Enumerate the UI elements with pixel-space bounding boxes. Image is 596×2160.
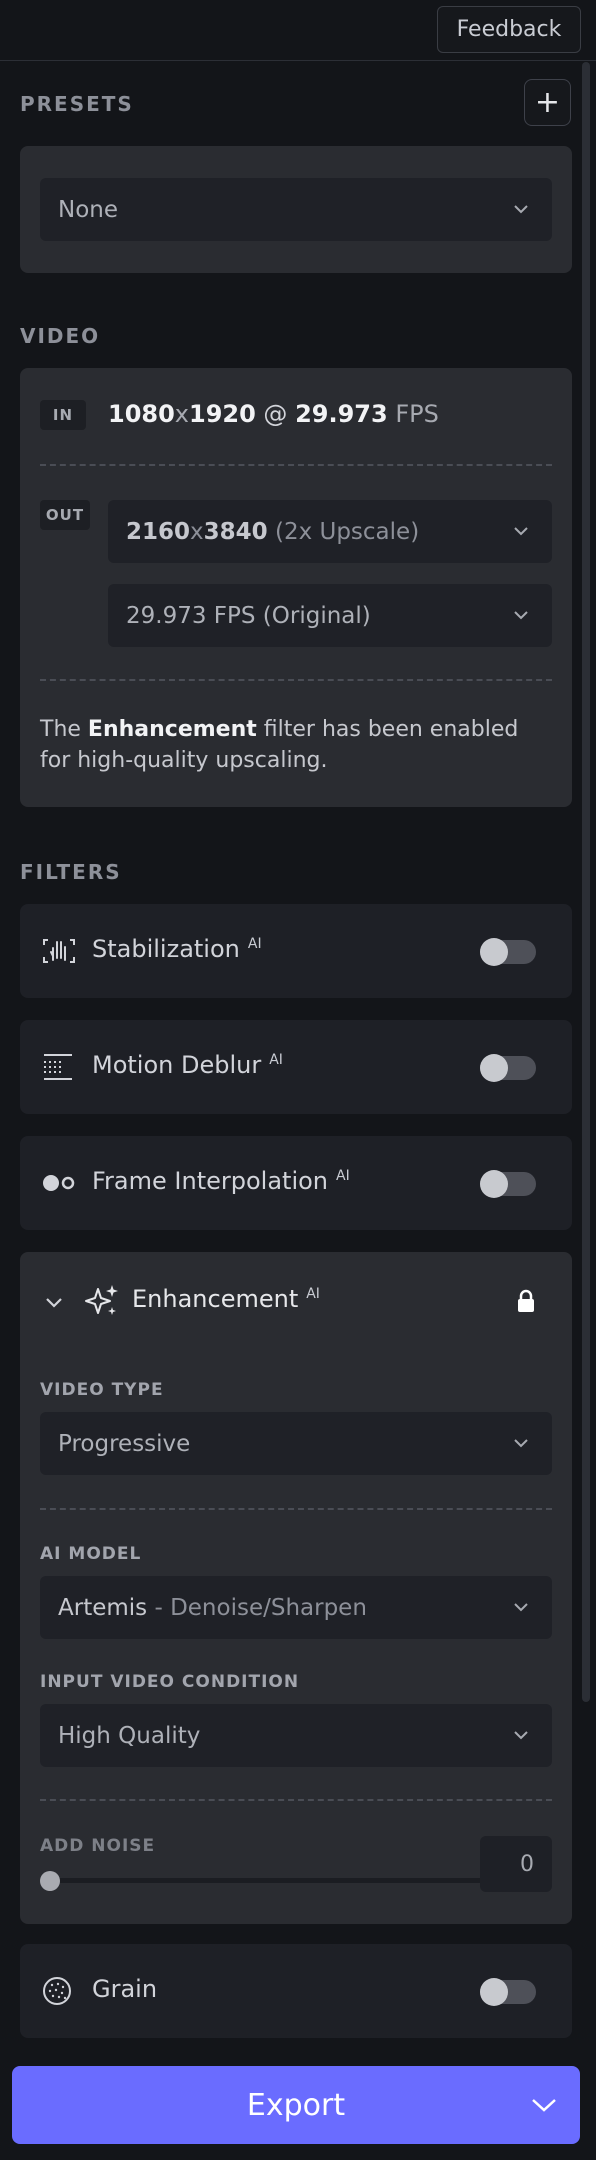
video-section-label: VIDEO	[20, 324, 101, 348]
input-condition-select[interactable]: High Quality	[40, 1704, 552, 1767]
motion-deblur-toggle[interactable]	[480, 1054, 536, 1082]
noise-slider-thumb[interactable]	[40, 1871, 60, 1891]
ai-badge: AI	[306, 1286, 320, 1302]
preset-select[interactable]: None	[40, 178, 552, 241]
toggle-knob	[480, 1170, 508, 1198]
scrollbar[interactable]	[582, 62, 590, 1702]
divider	[40, 1508, 552, 1510]
video-type-value: Progressive	[58, 1430, 191, 1457]
input-resolution: 1080x1920 @ 29.973 FPS	[108, 400, 439, 428]
export-button[interactable]: Export	[12, 2066, 580, 2144]
input-condition-value: High Quality	[58, 1722, 201, 1749]
toggle-knob	[480, 1978, 508, 2006]
chevron-down-icon	[514, 611, 528, 620]
chevron-down-icon[interactable]	[44, 1292, 64, 1312]
motion-deblur-icon	[44, 1054, 72, 1080]
add-preset-button[interactable]: +	[524, 79, 571, 126]
ai-model-select[interactable]: Artemis - Denoise/Sharpen	[40, 1576, 552, 1639]
output-fps-value: 29.973 FPS (Original)	[126, 602, 371, 629]
ai-badge: AI	[269, 1052, 283, 1068]
filters-section-label: FILTERS	[20, 860, 122, 884]
noise-value-input[interactable]: 0	[480, 1836, 552, 1892]
grain-toggle[interactable]	[480, 1978, 536, 2006]
input-condition-label: INPUT VIDEO CONDITION	[40, 1672, 300, 1692]
presets-section-label: PRESETS	[20, 92, 134, 116]
toggle-knob	[480, 938, 508, 966]
out-tag: OUT	[40, 500, 90, 530]
chevron-down-icon	[514, 1603, 528, 1612]
sparkles-icon	[85, 1285, 118, 1315]
enhancement-title[interactable]: Enhancement AI	[132, 1285, 320, 1313]
output-resolution-value: 2160x3840 (2x Upscale)	[126, 518, 420, 545]
ai-model-value: Artemis - Denoise/Sharpen	[58, 1594, 367, 1621]
output-fps-select[interactable]: 29.973 FPS (Original)	[108, 584, 552, 647]
chevron-down-icon	[514, 527, 528, 536]
toggle-knob	[480, 1054, 508, 1082]
ai-model-label: AI MODEL	[40, 1544, 142, 1564]
frame-interpolation-icon	[43, 1175, 75, 1191]
presets-card: None	[20, 146, 572, 273]
divider	[40, 679, 552, 681]
grain-icon	[43, 1977, 71, 2005]
preset-select-value: None	[58, 196, 119, 223]
filter-motion-deblur[interactable]: Motion Deblur AI	[20, 1020, 572, 1114]
lock-icon[interactable]	[516, 1289, 536, 1313]
feedback-button[interactable]: Feedback	[437, 6, 581, 53]
chevron-down-icon	[514, 205, 528, 214]
video-card: IN 1080x1920 @ 29.973 FPS OUT 2160x3840 …	[20, 368, 572, 807]
noise-slider-track[interactable]	[42, 1878, 484, 1883]
filter-label: Frame Interpolation AI	[92, 1167, 350, 1195]
divider	[40, 464, 552, 466]
stabilization-icon	[43, 939, 75, 963]
filter-enhancement: Enhancement AI VIDEO TYPE Progressive AI …	[20, 1252, 572, 1924]
video-type-select[interactable]: Progressive	[40, 1412, 552, 1475]
chevron-down-icon[interactable]	[530, 2094, 558, 2116]
chevron-down-icon	[514, 1731, 528, 1740]
filter-frame-interpolation[interactable]: Frame Interpolation AI	[20, 1136, 572, 1230]
filter-label: Motion Deblur AI	[92, 1051, 283, 1079]
plus-icon: +	[534, 84, 561, 120]
export-label: Export	[246, 2087, 346, 2123]
top-bar: Feedback	[0, 0, 596, 61]
enhancement-note: The Enhancement filter has been enabled …	[40, 717, 519, 773]
filter-label: Grain	[92, 1975, 158, 2003]
add-noise-label: ADD NOISE	[40, 1836, 156, 1856]
filter-label: Stabilization AI	[92, 935, 262, 963]
stabilization-toggle[interactable]	[480, 938, 536, 966]
ai-badge: AI	[336, 1168, 350, 1184]
ai-badge: AI	[247, 936, 262, 952]
divider	[40, 1799, 552, 1801]
output-resolution-select[interactable]: 2160x3840 (2x Upscale)	[108, 500, 552, 563]
filter-stabilization[interactable]: Stabilization AI	[20, 904, 572, 998]
filter-grain[interactable]: Grain	[20, 1944, 572, 2038]
frame-interpolation-toggle[interactable]	[480, 1170, 536, 1198]
video-type-label: VIDEO TYPE	[40, 1380, 164, 1400]
chevron-down-icon	[514, 1439, 528, 1448]
in-tag: IN	[40, 400, 86, 430]
